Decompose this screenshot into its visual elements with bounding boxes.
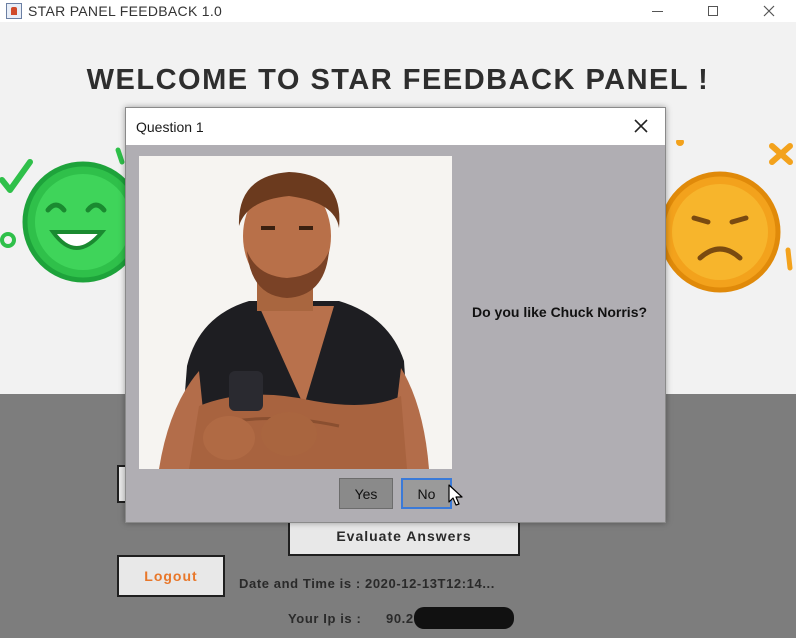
window-close-button[interactable] bbox=[746, 0, 792, 22]
yes-button[interactable]: Yes bbox=[339, 478, 393, 509]
logout-button[interactable]: Logout bbox=[117, 555, 225, 597]
person-photo bbox=[139, 156, 452, 469]
question-dialog: Question 1 Do you like Chuck Norris? Yes… bbox=[125, 107, 666, 523]
sad-face-icon bbox=[660, 140, 793, 293]
maximize-icon bbox=[708, 6, 718, 16]
minimize-icon bbox=[651, 10, 663, 12]
no-button[interactable]: No bbox=[401, 478, 452, 509]
close-icon bbox=[763, 5, 775, 17]
window-title: STAR PANEL FEEDBACK 1.0 bbox=[28, 3, 223, 19]
minimize-button[interactable] bbox=[634, 0, 680, 22]
ip-label: Your Ip is : bbox=[288, 611, 362, 626]
question-image bbox=[139, 156, 452, 469]
dialog-close-icon bbox=[634, 119, 648, 133]
maximize-button[interactable] bbox=[690, 0, 736, 22]
question-text: Do you like Chuck Norris? bbox=[472, 304, 648, 320]
app-icon bbox=[6, 3, 22, 19]
datetime-label: Date and Time is : 2020-12-13T12:14... bbox=[239, 576, 495, 591]
dialog-close-button[interactable] bbox=[631, 116, 651, 136]
window-titlebar: STAR PANEL FEEDBACK 1.0 bbox=[0, 0, 796, 22]
mouse-cursor-icon bbox=[448, 484, 463, 506]
page-title: WELCOME TO STAR FEEDBACK PANEL ! bbox=[86, 64, 710, 96]
redaction-mark bbox=[414, 607, 514, 629]
ip-value: 90.2 bbox=[386, 611, 414, 626]
dialog-title: Question 1 bbox=[136, 119, 204, 135]
happy-face-icon bbox=[0, 147, 138, 283]
dialog-titlebar: Question 1 bbox=[126, 108, 665, 145]
